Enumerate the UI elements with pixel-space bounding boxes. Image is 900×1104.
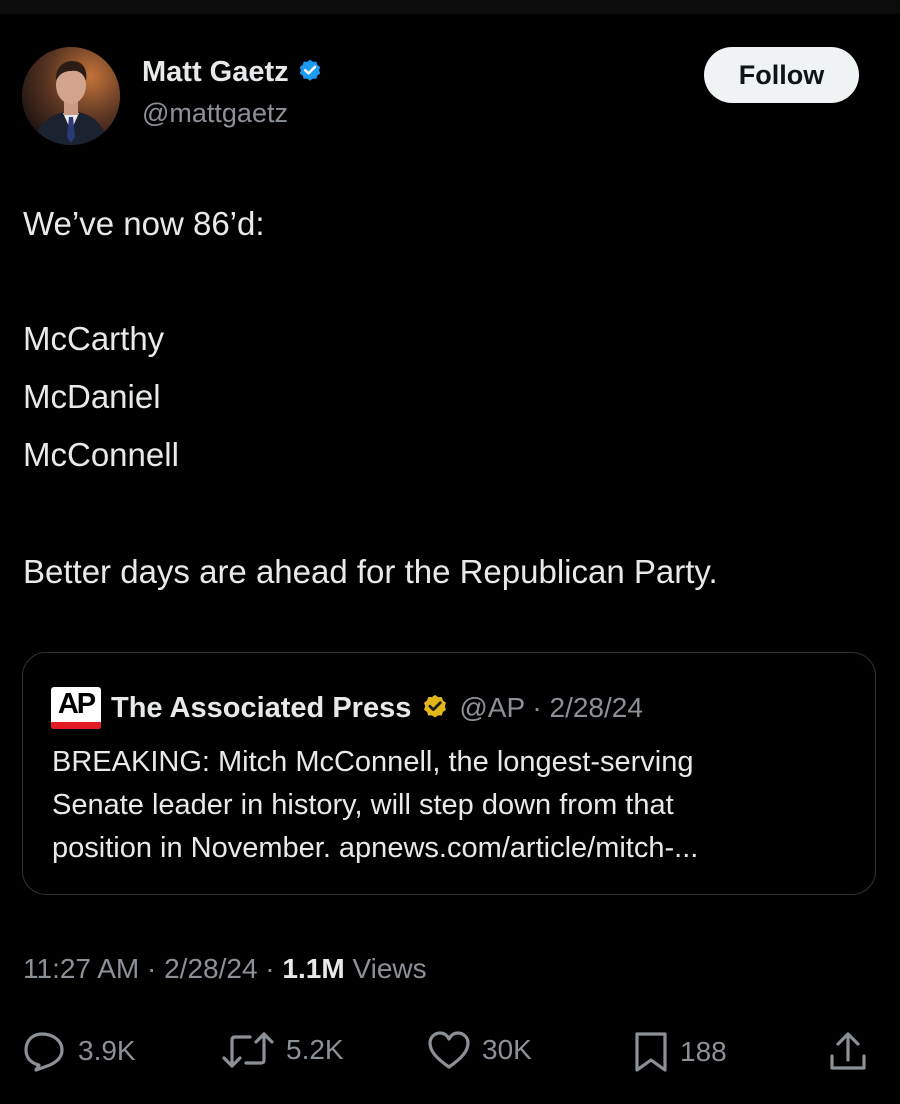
quoted-tweet-card[interactable]: AP The Associated Press @AP · 2/28/24 BR… [22,652,876,895]
author-handle[interactable]: @mattgaetz [142,98,288,129]
tweet-text-line: McConnell [23,436,179,473]
author-name-row[interactable]: Matt Gaetz [142,56,323,89]
like-count: 30K [482,1034,532,1065]
tweet-text-line: We’ve now 86’d: [23,205,265,242]
author-display-name[interactable]: Matt Gaetz [142,56,289,89]
share-button[interactable] [826,1030,870,1074]
top-bar [0,0,900,14]
quoted-tweet-header: AP The Associated Press @AP · 2/28/24 [51,687,643,729]
ap-logo-bar [51,722,101,729]
reply-button[interactable]: 3.9K [22,1030,136,1072]
quoted-author-name: The Associated Press [111,691,412,724]
follow-button[interactable]: Follow [704,47,859,103]
bookmark-icon [632,1030,670,1074]
share-icon [826,1030,870,1074]
gold-check-icon [421,692,449,725]
tweet-meta: 11:27 AM · 2/28/24 · 1.1M Views [23,953,427,985]
ap-logo-text: AP [57,688,96,720]
tweet-time-date[interactable]: 11:27 AM · 2/28/24 · [23,953,282,984]
bookmark-button[interactable]: 188 [632,1030,727,1074]
quoted-text-line: position in November. apnews.com/article… [52,832,699,864]
profile-photo [22,47,120,145]
quoted-text-line: Senate leader in history, will step down… [52,789,674,821]
views-count: 1.1M [282,953,345,984]
repost-button[interactable]: 5.2K [220,1030,344,1070]
like-button[interactable]: 30K [426,1030,532,1070]
repost-count: 5.2K [286,1034,344,1065]
ap-logo: AP [51,687,101,729]
blue-check-icon [297,57,323,88]
repost-icon [220,1030,276,1070]
tweet-text-line: McDaniel [23,378,161,415]
quoted-text-line: BREAKING: Mitch McConnell, the longest-s… [52,746,694,778]
quoted-tweet-text: BREAKING: Mitch McConnell, the longest-s… [52,741,862,870]
avatar[interactable] [22,47,120,145]
heart-icon [426,1030,472,1070]
views-label: Views [344,953,427,984]
reply-icon [22,1030,68,1072]
tweet-text-line: McCarthy [23,320,165,357]
quoted-meta: @AP · 2/28/24 [459,692,643,723]
bookmark-count: 188 [680,1036,727,1067]
reply-count: 3.9K [78,1035,136,1066]
tweet-text-line: Better days are ahead for the Republican… [23,553,718,590]
